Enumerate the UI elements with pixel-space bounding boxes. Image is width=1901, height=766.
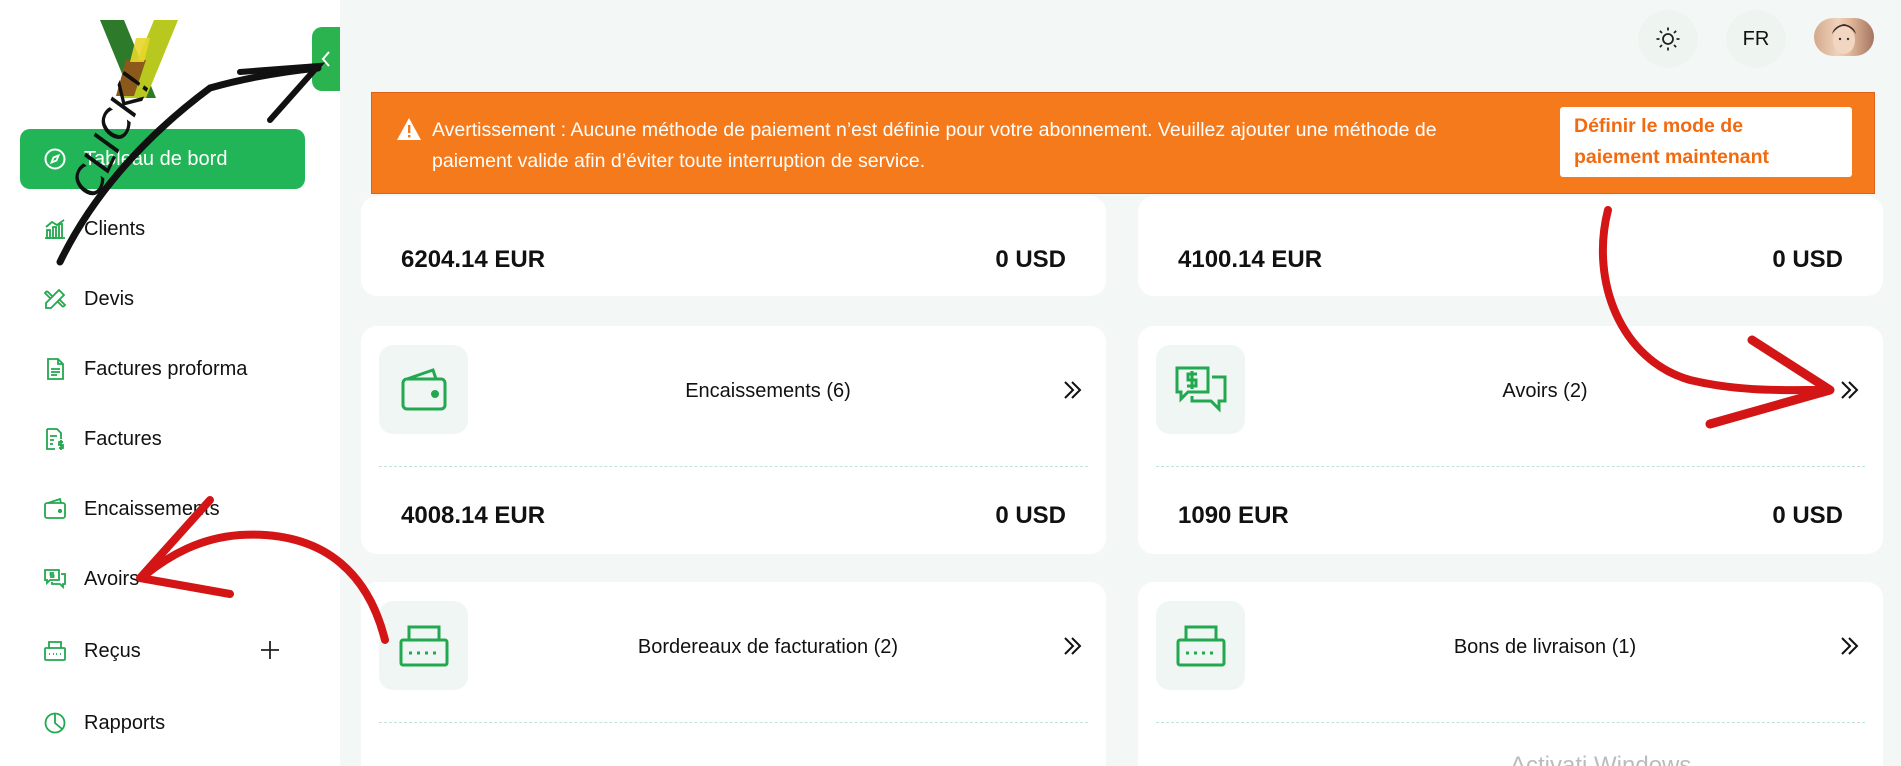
usd-amount: 0 USD [1772,246,1843,273]
sidebar-item-tableau-de-bord[interactable]: Tableau de bord [20,129,305,189]
sidebar-item-avoirs[interactable]: Avoirs [20,549,305,609]
sidebar-item-label: Rapports [84,711,166,734]
receipt-icon [1156,601,1245,690]
button-label-line: paiement maintenant [1574,146,1770,168]
invoice-dollar-icon [42,426,68,452]
payment-warning-banner: Avertissement : Aucune méthode de paieme… [371,92,1875,194]
windows-watermark: Activati Windows [1510,752,1692,766]
eur-amount: 4100.14 EUR [1178,246,1323,273]
pie-chart-icon [42,710,68,736]
divider [1156,466,1865,467]
chevrons-right-icon[interactable] [1837,378,1861,402]
sidebar-item-label: Factures proforma [84,357,248,380]
chevron-left-icon [321,51,330,67]
sidebar-item-factures-proforma[interactable]: Factures proforma [20,339,305,399]
sidebar: Tableau de bord Clients Devis Factures p… [0,0,340,766]
divider [1156,722,1865,723]
sidebar-collapse-button[interactable] [312,27,340,91]
divider [379,466,1088,467]
usd-amount: 0 USD [995,502,1066,529]
receipt-icon [379,601,468,690]
eur-amount: 4008.14 EUR [401,502,546,529]
card-bons-de-livraison: Bons de livraison (1) [1138,582,1883,766]
button-label-line: Définir le mode de [1574,115,1744,137]
dollar-chat-icon [1156,345,1245,434]
chevrons-right-icon[interactable] [1060,378,1084,402]
sidebar-item-devis[interactable]: Devis [20,269,305,329]
sun-icon [1656,27,1680,51]
sidebar-item-factures[interactable]: Factures [20,409,305,469]
receipt-icon [42,638,68,664]
eur-amount: 6204.14 EUR [401,246,546,273]
eur-amount: 1090 EUR [1178,502,1289,529]
card-title: Bordereaux de facturation (2) [637,636,899,658]
sidebar-item-encaissements[interactable]: Encaissements [20,479,305,539]
sidebar-item-label: Encaissements [84,497,220,520]
pencil-ruler-icon [42,286,68,312]
app-logo [100,20,178,98]
sidebar-item-clients[interactable]: Clients [20,199,305,259]
card-title: Bons de livraison (1) [1453,636,1637,658]
sidebar-item-label: Factures [84,427,162,450]
chevrons-right-icon[interactable] [1060,634,1084,658]
expand-plus-icon[interactable] [257,637,283,663]
wallet-icon [379,345,468,434]
sidebar-item-label: Devis [84,287,135,310]
language-button[interactable]: FR [1726,10,1786,68]
warning-icon [397,118,421,140]
card-bordereaux: Bordereaux de facturation (2) [361,582,1106,766]
divider [379,722,1088,723]
card-summary-2: 4100.14 EUR 0 USD [1138,196,1883,296]
card-title: Avoirs (2) [1502,380,1588,402]
set-payment-method-button[interactable]: Définir le mode de paiement maintenant [1560,107,1852,177]
theme-toggle-button[interactable] [1638,10,1698,68]
document-icon [42,356,68,382]
wallet-icon [42,496,68,522]
card-summary-1: 6204.14 EUR 0 USD [361,196,1106,296]
sidebar-item-label: Clients [84,217,146,240]
sidebar-item-rapports[interactable]: Rapports [20,693,305,753]
usd-amount: 0 USD [995,246,1066,273]
avatar[interactable] [1814,18,1874,56]
card-encaissements: Encaissements (6) 4008.14 EUR 0 USD [361,326,1106,554]
card-avoirs: Avoirs (2) 1090 EUR 0 USD [1138,326,1883,554]
sidebar-item-label: Reçus [84,639,141,662]
app-root: Tableau de bord Clients Devis Factures p… [0,0,1901,766]
chart-icon [42,216,68,242]
dollar-chat-icon [42,566,68,592]
sidebar-item-label: Avoirs [84,567,140,590]
chevrons-right-icon[interactable] [1837,634,1861,658]
sidebar-item-label: Tableau de bord [84,147,228,170]
compass-icon [42,146,68,172]
usd-amount: 0 USD [1772,502,1843,529]
sidebar-item-recus[interactable]: Reçus [20,621,305,681]
card-title: Encaissements (6) [685,380,851,402]
